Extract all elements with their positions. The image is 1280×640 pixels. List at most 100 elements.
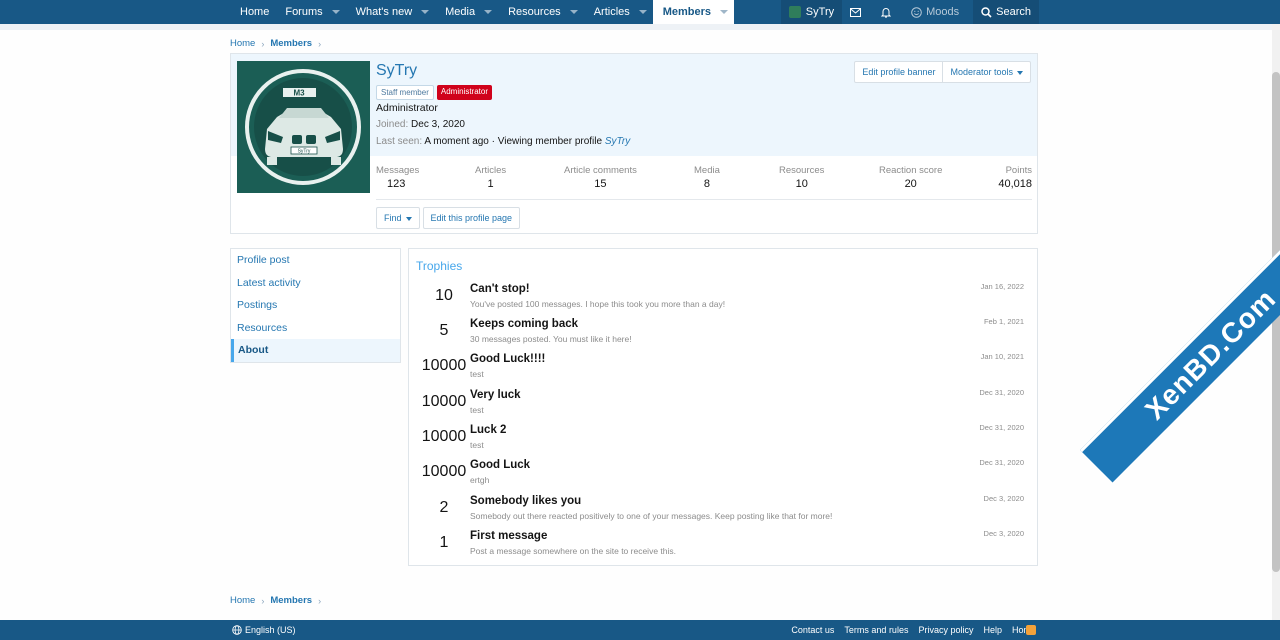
sidebar-item-postings[interactable]: Postings xyxy=(231,294,400,317)
sidebar-item-about[interactable]: About xyxy=(231,339,400,362)
trophy-title: Can't stop! xyxy=(470,283,530,295)
chevron-down-icon[interactable] xyxy=(421,10,430,14)
footer-link-help[interactable]: Help xyxy=(983,625,1002,635)
joined-info: Joined: Dec 3, 2020 xyxy=(376,119,465,130)
sidebar-item-latest-activity[interactable]: Latest activity xyxy=(231,272,400,295)
staff-member-badge: Staff member xyxy=(376,85,434,100)
profile-stats: Messages 123 Articles 1 Article comments… xyxy=(376,162,1032,200)
search-button[interactable]: Search xyxy=(973,0,1039,24)
edit-profile-page-button[interactable]: Edit this profile page xyxy=(422,207,521,229)
chevron-down-icon[interactable] xyxy=(569,10,578,14)
last-seen-label: Last seen: xyxy=(376,136,423,147)
trophy-date: Jan 10, 2021 xyxy=(980,352,1024,361)
trophy-title: Keeps coming back xyxy=(470,318,579,330)
trophy-item: 2 Somebody likes you Somebody out there … xyxy=(409,489,1037,524)
trophy-item: 10 Can't stop! You've posted 100 message… xyxy=(409,277,1037,312)
chevron-down-icon[interactable] xyxy=(638,10,647,14)
breadcrumb-home[interactable]: Home xyxy=(230,38,255,49)
rss-icon[interactable] xyxy=(1026,625,1036,635)
stat-articles[interactable]: Articles 1 xyxy=(475,165,506,190)
nav-tab-media[interactable]: Media xyxy=(435,0,498,24)
breadcrumb-home[interactable]: Home xyxy=(230,595,255,606)
trophy-title: Good Luck!!!! xyxy=(470,353,546,365)
moods-label: Moods xyxy=(926,6,960,18)
chevron-down-icon[interactable] xyxy=(720,10,729,14)
trophy-title: Good Luck xyxy=(470,459,531,471)
language-chooser[interactable]: English (US) xyxy=(232,625,296,635)
trophy-points: 10000 xyxy=(421,357,467,374)
stat-resources[interactable]: Resources 10 xyxy=(779,165,824,190)
trophy-points: 5 xyxy=(439,322,449,339)
nav-tab-forums[interactable]: Forums xyxy=(275,0,345,24)
search-label: Search xyxy=(996,6,1031,18)
footer-link-privacy[interactable]: Privacy policy xyxy=(918,625,973,635)
administrator-badge: Administrator xyxy=(436,85,492,100)
stat-label: Points xyxy=(1005,165,1032,176)
edit-profile-banner-button[interactable]: Edit profile banner xyxy=(855,62,942,82)
nav-user-area: SyTry Moods Search xyxy=(780,0,1039,24)
alerts-button[interactable] xyxy=(873,0,903,24)
sidebar-item-profile-post[interactable]: Profile post xyxy=(231,249,400,272)
stat-value: 10 xyxy=(795,178,808,190)
watermark-banner: XenBD.Com xyxy=(1080,223,1280,483)
user-menu-button[interactable]: SyTry xyxy=(780,0,843,24)
chevron-right-icon: › xyxy=(261,595,265,606)
profile-avatar[interactable]: M3 SyTry xyxy=(237,61,370,193)
car-avatar-image: M3 SyTry xyxy=(245,69,361,185)
inbox-button[interactable] xyxy=(842,0,873,24)
footer-link-contact[interactable]: Contact us xyxy=(791,625,834,635)
trophy-description: test xyxy=(470,369,484,379)
language-label: English (US) xyxy=(245,625,296,635)
stat-messages[interactable]: Messages 123 xyxy=(376,165,419,190)
profile-username[interactable]: SyTry xyxy=(376,62,417,80)
footer-links: Contact us Terms and rules Privacy polic… xyxy=(791,625,1036,635)
envelope-icon xyxy=(850,7,862,17)
trophy-description: 30 messages posted. You must like it her… xyxy=(470,334,632,344)
moods-button[interactable]: Moods xyxy=(903,0,967,24)
trophy-item: 10000 Good Luck ertgh Dec 31, 2020 xyxy=(409,453,1037,488)
sidebar-item-resources[interactable]: Resources xyxy=(231,317,400,340)
joined-date: Dec 3, 2020 xyxy=(411,119,465,130)
trophy-item: 10000 Very luck test Dec 31, 2020 xyxy=(409,383,1037,418)
stat-reaction-score[interactable]: Reaction score 20 xyxy=(879,165,942,190)
nav-tab-whats-new[interactable]: What's new xyxy=(346,0,436,24)
trophy-points: 10000 xyxy=(421,463,467,480)
chevron-down-icon[interactable] xyxy=(484,10,493,14)
last-seen-info: Last seen: A moment ago · Viewing member… xyxy=(376,136,630,147)
trophy-item: 1 First message Post a message somewhere… xyxy=(409,524,1037,559)
find-button[interactable]: Find xyxy=(376,207,420,229)
user-title: Administrator xyxy=(376,102,438,114)
nav-tab-home[interactable]: Home xyxy=(230,0,275,24)
stat-label: Messages xyxy=(376,165,420,176)
breadcrumb-members[interactable]: Members xyxy=(270,38,312,49)
breadcrumb-bottom: Home › Members › xyxy=(230,595,327,606)
scrollbar-thumb[interactable] xyxy=(1272,72,1280,572)
nav-tab-articles[interactable]: Articles xyxy=(584,0,653,24)
trophy-date: Feb 1, 2021 xyxy=(983,317,1024,326)
globe-icon xyxy=(232,625,242,635)
username: SyTry xyxy=(805,6,835,18)
bell-icon xyxy=(881,7,892,18)
footer-link-terms[interactable]: Terms and rules xyxy=(844,625,908,635)
watermark-text: XenBD.Com xyxy=(1138,282,1280,426)
stat-label: Resources xyxy=(779,165,825,176)
moderator-tools-label: Moderator tools xyxy=(950,67,1013,77)
trophies-panel: Trophies 10 Can't stop! You've posted 10… xyxy=(408,248,1038,566)
trophy-date: Dec 3, 2020 xyxy=(983,529,1024,538)
m3-logo-text: M3 xyxy=(293,89,305,98)
stat-article-comments[interactable]: Article comments 15 xyxy=(564,165,637,190)
stat-media[interactable]: Media 8 xyxy=(694,165,720,190)
member-profile-header: M3 SyTry SyTry Staff member Administrato… xyxy=(230,53,1038,234)
subnav-strip xyxy=(0,24,1280,30)
nav-tab-resources[interactable]: Resources xyxy=(498,0,584,24)
breadcrumb-members[interactable]: Members xyxy=(270,595,312,606)
moderator-tools-button[interactable]: Moderator tools xyxy=(942,62,1030,82)
chevron-down-icon[interactable] xyxy=(331,10,340,14)
stat-value: 40,018 xyxy=(998,178,1032,190)
nav-tab-members[interactable]: Members xyxy=(652,0,735,24)
last-seen-link[interactable]: SyTry xyxy=(605,136,630,147)
stat-points[interactable]: Points 40,018 xyxy=(998,165,1032,190)
trophy-description: Somebody out there reacted positively to… xyxy=(470,511,833,521)
nav-tab-label: Resources xyxy=(508,6,561,18)
last-seen-value: A moment ago · Viewing member profile xyxy=(424,136,603,147)
